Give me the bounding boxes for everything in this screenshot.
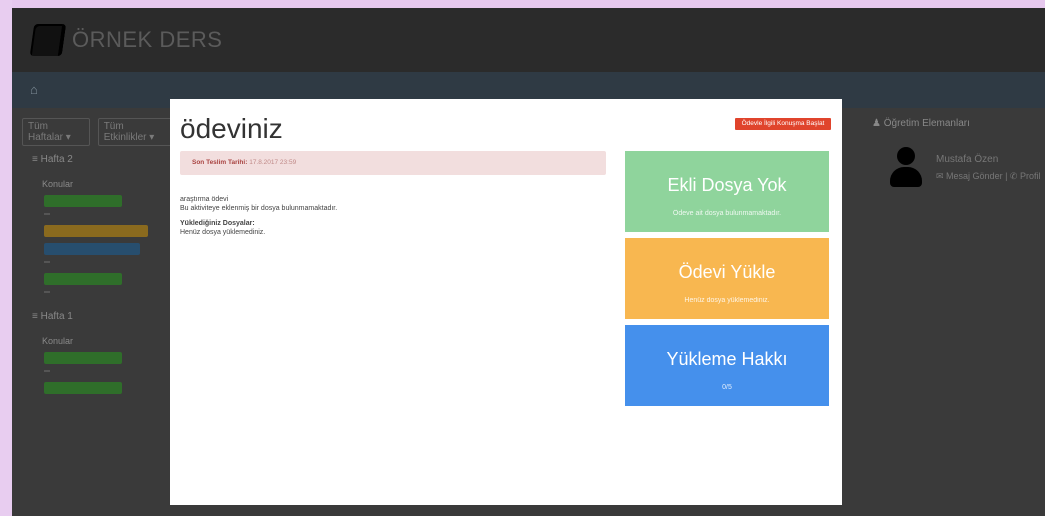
panel-title: ♟ Öğretim Elemanları (872, 118, 970, 129)
assignment-description: araştırma ödevi Bu aktiviteye eklenmiş b… (180, 195, 600, 237)
instructor-actions[interactable]: ✉ Mesaj Gönder | ✆ Profil (936, 171, 1040, 182)
tile-subtitle: Ödeve ait dosya bulunmamaktadır. (672, 210, 782, 217)
attachment-note: Bu aktiviteye eklenmiş bir dosya bulunma… (180, 205, 338, 212)
app-header: ÖRNEK DERS (12, 8, 1045, 72)
uploaded-files-title: Yüklediğiniz Dosyalar: (180, 220, 255, 227)
instructors-panel: ♟ Öğretim Elemanları Mustafa Özen ✉ Mesa… (872, 118, 1042, 189)
week-title[interactable]: ≡ Hafta 1 (32, 311, 172, 322)
tile-title: Ekli Dosya Yok (667, 175, 787, 195)
activity-item[interactable] (44, 382, 122, 394)
attached-file-tile: Ekli Dosya Yok Ödeve ait dosya bulunmama… (625, 151, 829, 232)
sidebar: Tüm Haftalar ▾ Tüm Etkinlikler ▾ ≡ Hafta… (22, 118, 172, 508)
week-title[interactable]: ≡ Hafta 2 (32, 154, 172, 165)
assignment-modal: ödeviniz Ödevle İlgili Konuşma Başlat So… (170, 99, 842, 505)
deadline-label: Son Teslim Tarihi: (192, 159, 248, 166)
book-logo-icon (29, 24, 67, 56)
window-frame-top (0, 0, 1045, 8)
tile-subtitle: Henüz dosya yüklemediniz. (684, 297, 770, 304)
week-filter-dropdown[interactable]: Tüm Haftalar ▾ (22, 118, 90, 146)
divider (44, 370, 50, 372)
window-frame-left (0, 0, 12, 516)
activity-item[interactable] (44, 352, 122, 364)
section-label: Konular (42, 179, 74, 189)
deadline-alert: Son Teslim Tarihi: 17.8.2017 23:59 (180, 151, 606, 175)
activity-filter-dropdown[interactable]: Tüm Etkinlikler ▾ (97, 118, 172, 146)
tile-subtitle: 0/5 (722, 384, 732, 391)
upload-quota-tile: Yükleme Hakkı 0/5 (625, 325, 829, 406)
upload-assignment-button[interactable]: Ödevi Yükle Henüz dosya yüklemediniz. (625, 238, 829, 319)
instructor-card[interactable]: Mustafa Özen ✉ Mesaj Gönder | ✆ Profil (888, 147, 1042, 189)
assignment-type: araştırma ödevi (180, 196, 229, 203)
modal-title: ödeviniz (180, 113, 283, 144)
divider (44, 291, 50, 293)
activity-item[interactable] (44, 195, 122, 207)
home-icon[interactable]: ⌂ (30, 82, 44, 97)
app-title: ÖRNEK DERS (72, 27, 223, 52)
tile-title: Ödevi Yükle (678, 262, 776, 282)
activity-item[interactable] (44, 225, 148, 237)
uploaded-files-text: Henüz dosya yüklemediniz. (180, 229, 266, 236)
divider (44, 213, 50, 215)
section-label: Konular (42, 336, 74, 346)
activity-item[interactable] (44, 273, 122, 285)
start-conversation-button[interactable]: Ödevle İlgili Konuşma Başlat (735, 118, 831, 130)
instructor-name[interactable]: Mustafa Özen (936, 154, 1040, 165)
activity-item[interactable] (44, 243, 140, 255)
divider (44, 261, 50, 263)
tile-title: Yükleme Hakkı (666, 349, 788, 369)
user-avatar-icon (888, 147, 924, 189)
deadline-value: 17.8.2017 23:59 (249, 159, 297, 166)
